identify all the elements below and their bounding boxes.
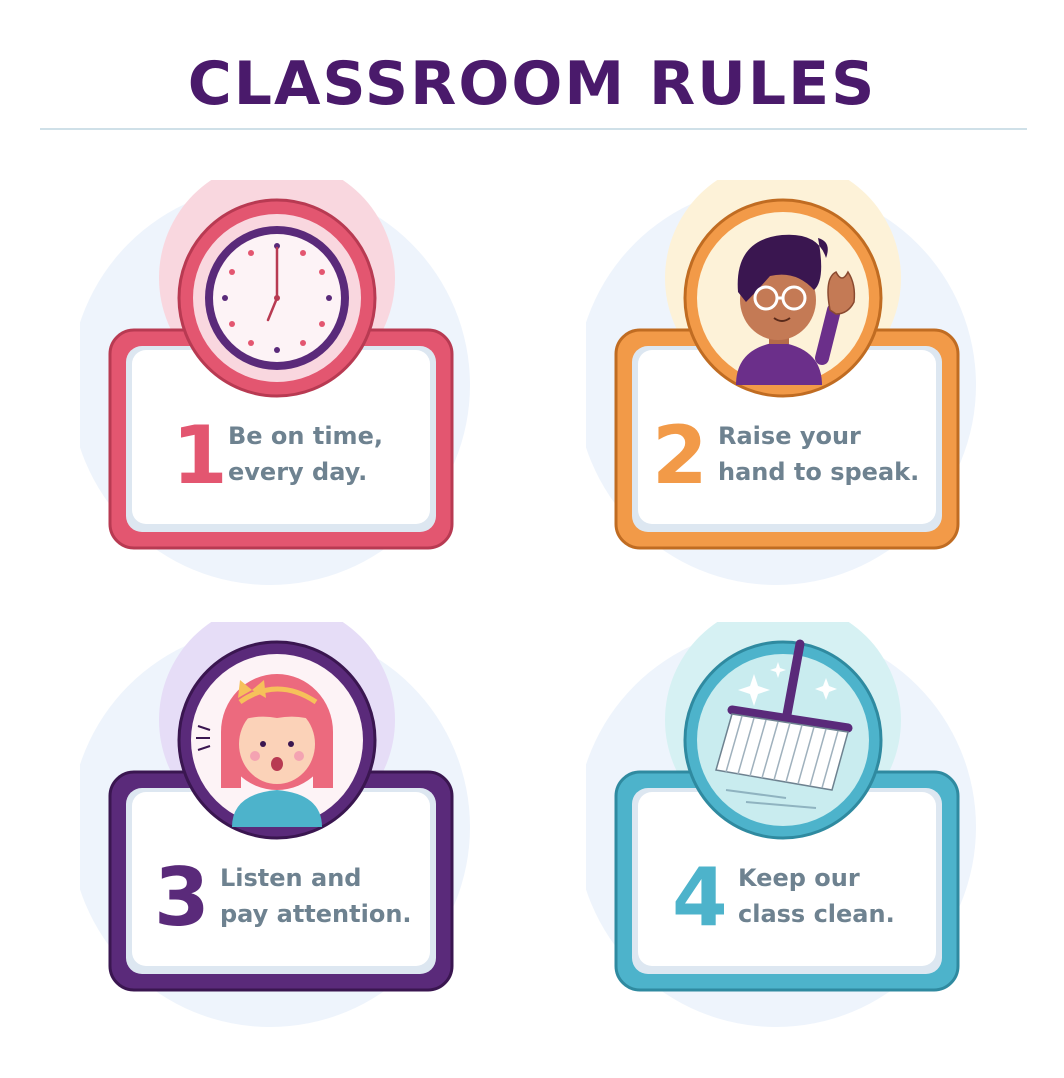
- rule-text-line-1: Keep our: [738, 864, 860, 892]
- rule-number: 1: [172, 409, 228, 502]
- rule-card-4: 4 Keep our class clean.: [586, 622, 1006, 1062]
- rule-card-1: 1 Be on time, every day.: [80, 180, 500, 620]
- title-divider: [40, 128, 1027, 130]
- rule-text-line-2: every day.: [228, 458, 368, 486]
- rule-text: Be on time, every day.: [228, 418, 383, 490]
- rule-number: 4: [672, 851, 728, 944]
- rule-text-line-1: Raise your: [718, 422, 861, 450]
- rule-text-line-2: pay attention.: [220, 900, 412, 928]
- broom-icon: [683, 639, 883, 840]
- rule-card-2: 2 Raise your hand to speak.: [586, 180, 1006, 620]
- rule-card-3-art: [80, 622, 470, 1027]
- rule-card-2-art: [586, 180, 976, 585]
- rule-text: Listen and pay attention.: [220, 860, 412, 932]
- rule-text-line-2: hand to speak.: [718, 458, 920, 486]
- rule-text: Raise your hand to speak.: [718, 418, 919, 490]
- rule-card-4-art: [586, 622, 976, 1027]
- rule-text-line-1: Listen and: [220, 864, 362, 892]
- page-title: CLASSROOM RULES: [187, 49, 877, 119]
- clock-icon: [177, 198, 377, 398]
- rule-number: 3: [154, 851, 210, 944]
- rule-text-line-2: class clean.: [738, 900, 895, 928]
- rule-text: Keep our class clean.: [738, 860, 895, 932]
- girl-listening-icon: [177, 640, 377, 840]
- rule-number: 2: [652, 409, 708, 502]
- rule-card-1-art: [80, 180, 470, 585]
- rule-card-3: 3 Listen and pay attention.: [80, 622, 500, 1062]
- boy-raising-hand-icon: [683, 198, 883, 398]
- rule-text-line-1: Be on time,: [228, 422, 383, 450]
